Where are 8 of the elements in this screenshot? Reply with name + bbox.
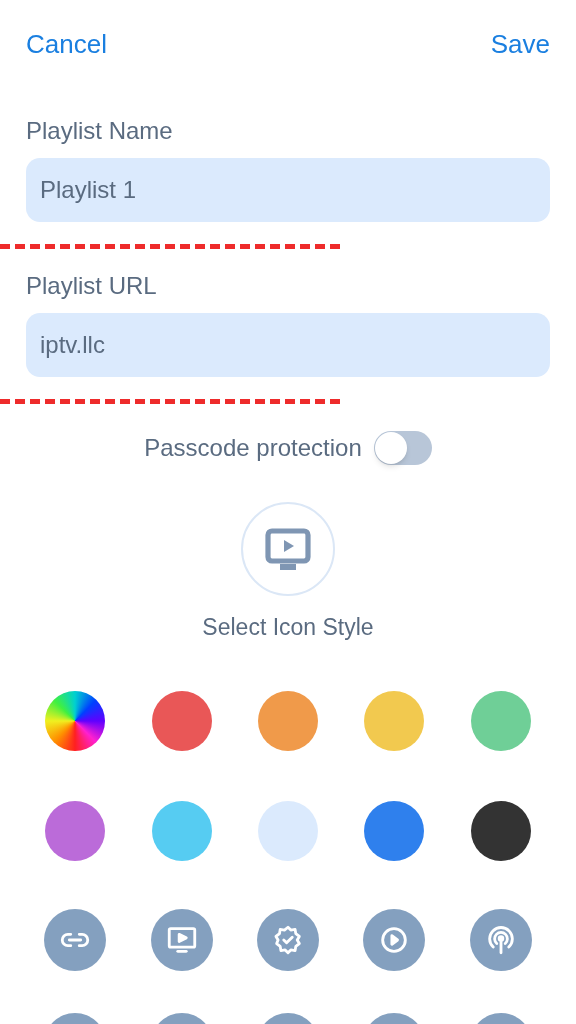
field-label: Playlist URL xyxy=(25,271,158,301)
text-field[interactable]: iptv.llc xyxy=(26,313,550,377)
save-button[interactable]: Save xyxy=(490,24,550,64)
passcode-label: Passcode protection xyxy=(144,433,362,463)
field-label: Playlist Name xyxy=(25,116,174,146)
text-field[interactable]: Playlist 1 xyxy=(26,158,550,222)
icon-style-label: Select Icon Style xyxy=(202,613,374,642)
cancel-button[interactable]: Cancel xyxy=(26,24,107,64)
